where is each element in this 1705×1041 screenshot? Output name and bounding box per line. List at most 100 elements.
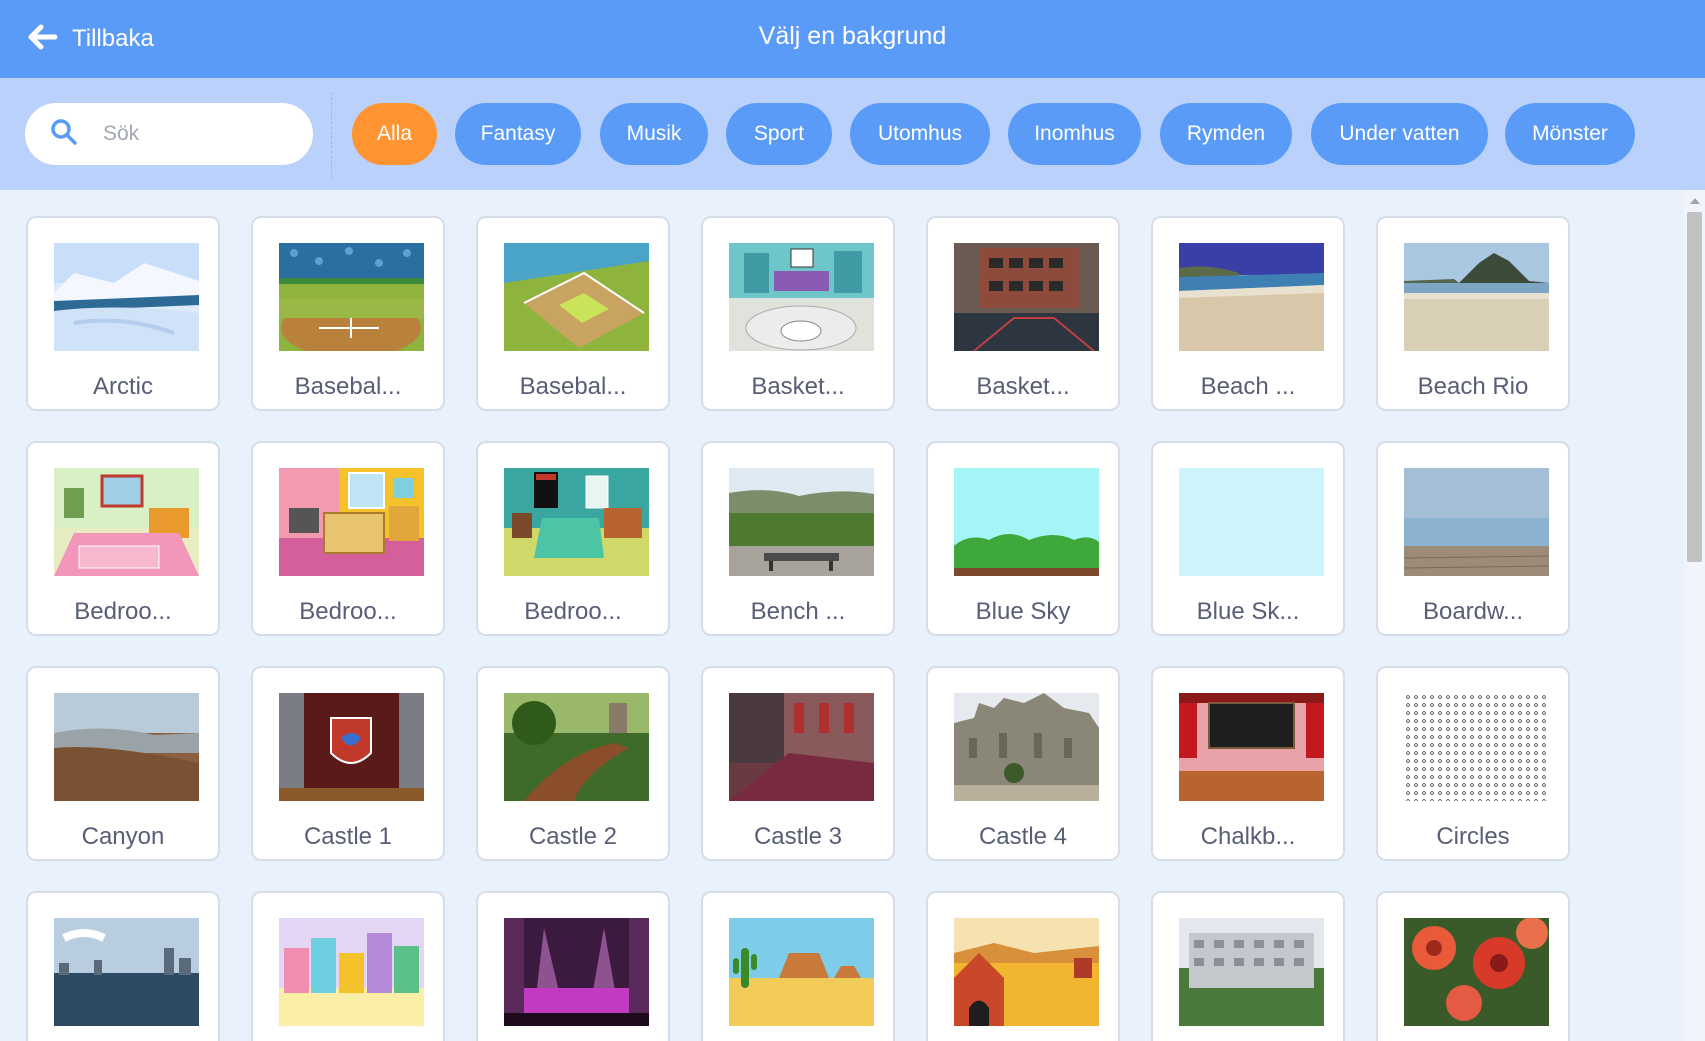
tag-sport[interactable]: Sport: [726, 103, 832, 165]
backdrop-card-desert[interactable]: [701, 891, 895, 1041]
backdrop-card-farm[interactable]: [926, 891, 1120, 1041]
backdrop-thumbnail: [1179, 918, 1324, 1026]
backdrop-card-blue-sky[interactable]: Blue Sky: [926, 441, 1120, 636]
backdrop-card-baseball-2[interactable]: Basebal...: [476, 216, 670, 411]
tag-musik[interactable]: Musik: [600, 103, 708, 165]
tag-fantasy[interactable]: Fantasy: [455, 103, 581, 165]
backdrop-card-castle-2[interactable]: Castle 2: [476, 666, 670, 861]
backdrop-thumbnail: [729, 918, 874, 1026]
backdrop-name: Bedroo...: [74, 598, 172, 625]
backdrop-thumbnail: [279, 243, 424, 351]
backdrop-name: Bedroo...: [299, 598, 397, 625]
backdrop-card-concert[interactable]: [476, 891, 670, 1041]
backdrop-card-bedroom-3[interactable]: Bedroo...: [476, 441, 670, 636]
backdrop-thumbnail: [1404, 243, 1549, 351]
backdrop-thumbnail: [954, 468, 1099, 576]
tag-under-vatten[interactable]: Under vatten: [1311, 103, 1488, 165]
backdrop-thumbnail: [729, 468, 874, 576]
backdrop-thumbnail: [54, 468, 199, 576]
backdrop-thumbnail: [504, 918, 649, 1026]
backdrop-card-basketball-2[interactable]: Basket...: [926, 216, 1120, 411]
backdrop-card-city-river[interactable]: [26, 891, 220, 1041]
search-icon: [25, 117, 79, 152]
search-input[interactable]: [101, 121, 285, 147]
tag-alla[interactable]: Alla: [352, 103, 437, 165]
backdrop-card-baseball-1[interactable]: Basebal...: [251, 216, 445, 411]
backdrop-thumbnail: [954, 693, 1099, 801]
backdrop-thumbnail: [54, 918, 199, 1026]
tag-utomhus[interactable]: Utomhus: [850, 103, 990, 165]
backdrop-name: Circles: [1436, 823, 1510, 850]
backdrop-thumbnail: [504, 693, 649, 801]
backdrop-name: Beach ...: [1200, 373, 1296, 400]
backdrop-card-castle-3[interactable]: Castle 3: [701, 666, 895, 861]
backdrop-thumbnail: [54, 243, 199, 351]
backdrop-thumbnail: [504, 243, 649, 351]
backdrop-name: Bedroo...: [524, 598, 622, 625]
divider: [331, 92, 332, 178]
scroll-up-arrow-icon[interactable]: [1690, 198, 1700, 204]
backdrop-name: Castle 2: [528, 823, 618, 850]
scrollbar[interactable]: [1684, 190, 1705, 1041]
backdrop-thumbnail: [729, 693, 874, 801]
tag-label: Fantasy: [480, 122, 556, 145]
filter-bar: Alla Fantasy Musik Sport Utomhus Inomhus…: [0, 78, 1705, 190]
backdrop-card-basketball-1[interactable]: Basket...: [701, 216, 895, 411]
backdrop-name: Basket...: [751, 373, 845, 400]
backdrop-thumbnail: [1179, 243, 1324, 351]
tag-label: Inomhus: [1034, 122, 1115, 145]
tag-label: Musik: [626, 122, 682, 145]
backdrop-card-castle-4[interactable]: Castle 4: [926, 666, 1120, 861]
scrollbar-thumb[interactable]: [1687, 212, 1702, 562]
backdrop-card-boardwalk[interactable]: Boardw...: [1376, 441, 1570, 636]
backdrop-name: Boardw...: [1422, 598, 1524, 625]
backdrop-thumbnail: [1404, 918, 1549, 1026]
backdrop-card-blue-sky-2[interactable]: Blue Sk...: [1151, 441, 1345, 636]
backdrop-name: Basebal...: [294, 373, 402, 400]
tag-label: Mönster: [1532, 122, 1608, 145]
backdrop-card-beach-rio[interactable]: Beach Rio: [1376, 216, 1570, 411]
backdrop-card-canyon[interactable]: Canyon: [26, 666, 220, 861]
backdrop-card-chalkboard[interactable]: Chalkb...: [1151, 666, 1345, 861]
backdrop-thumbnail: [279, 693, 424, 801]
backdrop-thumbnail: [279, 468, 424, 576]
tag-label: Rymden: [1186, 122, 1266, 145]
backdrop-name: Arctic: [93, 373, 153, 400]
backdrop-thumbnail: [954, 243, 1099, 351]
tag-label: Under vatten: [1339, 122, 1460, 145]
search-box[interactable]: [25, 103, 313, 165]
backdrop-card-arctic[interactable]: Arctic: [26, 216, 220, 411]
header-bar: Tillbaka Välj en bakgrund: [0, 0, 1705, 78]
backdrop-thumbnail: [1404, 693, 1549, 801]
tag-monster[interactable]: Mönster: [1505, 103, 1635, 165]
tag-rymden[interactable]: Rymden: [1160, 103, 1292, 165]
backdrop-thumbnail: [954, 918, 1099, 1026]
tag-inomhus[interactable]: Inomhus: [1008, 103, 1141, 165]
backdrop-name: Bench ...: [750, 598, 846, 625]
backdrop-name: Blue Sk...: [1196, 598, 1300, 625]
backdrop-card-flowers[interactable]: [1376, 891, 1570, 1041]
backdrop-card-beach-malibu[interactable]: Beach ...: [1151, 216, 1345, 411]
backdrop-name: Basebal...: [519, 373, 627, 400]
backdrop-card-bedroom-1[interactable]: Bedroo...: [26, 441, 220, 636]
backdrop-thumbnail: [1179, 693, 1324, 801]
backdrop-thumbnail: [1179, 468, 1324, 576]
backdrop-name: Canyon: [81, 823, 165, 850]
backdrop-card-colorful-city[interactable]: [251, 891, 445, 1041]
backdrop-name: Castle 3: [753, 823, 843, 850]
backdrop-card-castle-1[interactable]: Castle 1: [251, 666, 445, 861]
backdrop-thumbnail: [279, 918, 424, 1026]
backdrop-name: Beach Rio: [1417, 373, 1529, 400]
backdrop-name: Basket...: [976, 373, 1070, 400]
tag-label: Alla: [376, 122, 413, 145]
backdrop-name: Blue Sky: [975, 598, 1071, 625]
backdrop-thumbnail: [729, 243, 874, 351]
backdrop-name: Castle 4: [978, 823, 1068, 850]
tag-label: Sport: [753, 122, 805, 145]
page-title: Välj en bakgrund: [758, 22, 947, 50]
backdrop-card-bedroom-2[interactable]: Bedroo...: [251, 441, 445, 636]
backdrop-card-circles[interactable]: Circles: [1376, 666, 1570, 861]
backdrop-card-bench[interactable]: Bench ...: [701, 441, 895, 636]
backdrop-card-building[interactable]: [1151, 891, 1345, 1041]
backdrop-thumbnail: [54, 693, 199, 801]
